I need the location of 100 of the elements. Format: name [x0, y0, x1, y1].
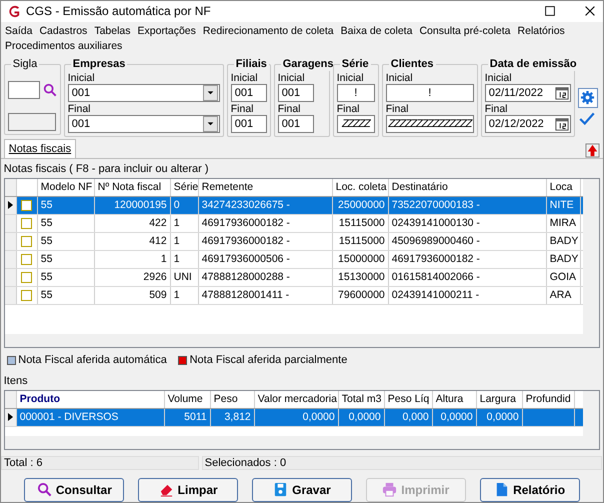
select-value: 001 [72, 116, 90, 132]
menu-item[interactable]: Exportações [138, 24, 196, 39]
action-button[interactable]: Consultar [24, 478, 124, 502]
row-checkbox[interactable] [21, 200, 32, 211]
table-cell: 45096989000460 - [388, 232, 547, 250]
date-value: 02/12/2022 [488, 116, 544, 132]
field-label: Inicial [484, 72, 513, 84]
vertical-scrollbar[interactable] [583, 390, 600, 449]
field-label: Final [386, 104, 410, 115]
row-indicator-cell [4, 286, 17, 304]
calendar-icon[interactable] [554, 116, 569, 131]
field-label: Final [278, 104, 302, 115]
field-label: Final [336, 104, 361, 115]
printer-icon [382, 482, 398, 498]
column-header: Total m3 [338, 390, 385, 408]
close-icon[interactable] [583, 4, 597, 18]
group-title: Data de emissão [488, 56, 579, 71]
table-cell: ARA [546, 286, 581, 304]
table-row[interactable]: 55 412 1 46917936000182 - 15115000 45096989000460 - BADY [4, 232, 584, 251]
table-row[interactable]: 55 422 1 46917936000182 - 15115000 02439141000130 - MIRA [4, 214, 584, 233]
calendar-icon[interactable] [554, 86, 569, 100]
text-field[interactable]: ! [336, 84, 375, 102]
menu-item[interactable]: Redirecionamento de coleta [202, 24, 334, 39]
row-indicator-cell [4, 214, 17, 232]
text-field[interactable]: ZZZZZZZZZZZZZZZ [386, 114, 474, 133]
menu-item[interactable]: Procedimentos auxiliares [5, 38, 122, 54]
table-row[interactable]: 55 1 1 46917936000506 - 15000000 46917936000182 - BADY [4, 250, 584, 269]
search-icon[interactable] [42, 82, 57, 97]
action-button[interactable]: Limpar [138, 478, 238, 502]
table-cell: 5011 [164, 408, 211, 426]
company-select[interactable]: 001 [68, 114, 220, 133]
text-field[interactable]: ZZZZZ [336, 114, 375, 133]
date-field[interactable]: 02/12/2022 [484, 114, 571, 133]
header-corner-cell [4, 390, 17, 408]
date-field[interactable]: 02/11/2022 [484, 84, 571, 102]
table-cell: 55 [38, 286, 95, 304]
text-field[interactable]: 001 [278, 114, 314, 133]
grid-caption: Itens [2, 374, 29, 390]
column-header: Modelo NF [38, 178, 95, 196]
table-cell: 47888128000288 - [198, 268, 333, 286]
row-checkbox[interactable] [21, 290, 32, 301]
table-cell: 15115000 [332, 214, 389, 232]
column-header: Destinatário [388, 178, 547, 196]
menu-item[interactable]: Saída [5, 24, 32, 39]
table-cell: 15130000 [332, 268, 389, 286]
app-logo-icon [7, 4, 22, 19]
horizontal-scrollbar[interactable] [4, 436, 584, 449]
table-cell: 1 [170, 214, 199, 232]
action-button[interactable]: Gravar [252, 478, 352, 502]
row-checkbox[interactable] [21, 254, 32, 265]
menu-item[interactable]: Cadastros [39, 24, 88, 39]
eraser-icon [158, 482, 174, 498]
menu-item[interactable]: Consulta pré-coleta [419, 24, 511, 39]
horizontal-scrollbar[interactable] [4, 334, 584, 347]
row-checkbox[interactable] [21, 236, 32, 247]
table-cell: NITE [546, 196, 581, 214]
maximize-icon[interactable] [543, 4, 557, 18]
table-cell: 46917936000506 - [198, 250, 333, 268]
row-indicator-cell [4, 268, 17, 286]
vertical-scrollbar[interactable] [583, 178, 600, 347]
table-cell: 34274233026675 - [198, 196, 333, 214]
menu-item[interactable]: Tabelas [94, 24, 131, 39]
table-cell: 2926 [94, 268, 171, 286]
table-cell: 55 [38, 196, 95, 214]
group-title: Garagens [280, 56, 336, 71]
text-field[interactable]: 001 [230, 114, 267, 133]
table-row[interactable]: 55 509 1 47888128001411 - 79600000 02439141000211 - ARA [4, 286, 584, 305]
field-label: Inicial [336, 72, 365, 84]
menu-item[interactable]: Baixa de coleta [340, 24, 412, 39]
table-cell: 1 [170, 250, 199, 268]
row-pointer-icon [8, 201, 13, 210]
table-cell: 46917936000182 - [388, 250, 547, 268]
table-cell: 000001 - DIVERSOS [16, 408, 165, 426]
table-row[interactable]: 000001 - DIVERSOS 5011 3,812 0,0000 0,0000 0,000 0,0000 0,0000 [4, 408, 584, 427]
column-header: Altura [432, 390, 477, 408]
column-header: Série [170, 178, 199, 196]
table-row[interactable]: 55 2926 UNI 47888128000288 - 15130000 01615814002066 - GOIA [4, 268, 584, 287]
column-header: Largura [476, 390, 523, 408]
text-field[interactable]: ! [386, 84, 474, 102]
table-cell: 1 [170, 286, 199, 304]
search-icon [36, 482, 52, 498]
grid-caption: Notas fiscais ( F8 - para incluir ou alterar ) [2, 162, 210, 178]
table-cell: 55 [38, 214, 95, 232]
table-cell: 0,0000 [476, 408, 523, 426]
date-value: 02/11/2022 [488, 86, 543, 101]
row-checkbox[interactable] [21, 272, 32, 283]
text-field[interactable]: 001 [230, 84, 267, 102]
row-checkbox[interactable] [21, 218, 32, 229]
sigla-name-field[interactable] [8, 112, 56, 131]
table-cell: 3,812 [210, 408, 255, 426]
text-field[interactable]: 001 [278, 84, 314, 102]
company-select[interactable]: 001 [68, 84, 220, 102]
action-button[interactable]: Relatório [480, 478, 580, 502]
table-cell: 15115000 [332, 232, 389, 250]
tab[interactable]: Notas fiscais [4, 138, 76, 158]
column-header: Loc. coleta [332, 178, 389, 196]
table-row[interactable]: 55 120000195 0 34274233026675 - 25000000 73522070000183 - NITE [4, 196, 584, 215]
sigla-field[interactable] [8, 80, 40, 99]
table-cell: MIRA [546, 214, 581, 232]
menu-item[interactable]: Relatórios [518, 24, 565, 39]
